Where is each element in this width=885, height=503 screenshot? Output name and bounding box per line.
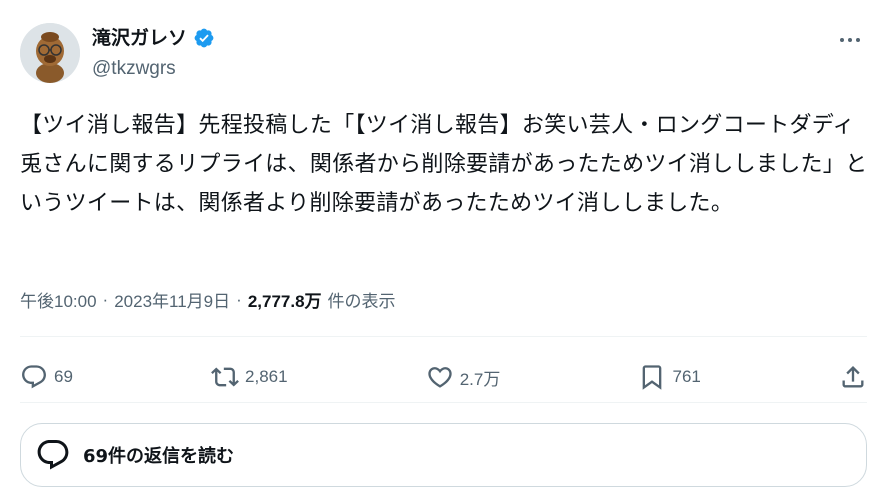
tweet-meta: 午後10:00 · 2023年11月9日 · 2,777.8万 件の表示 bbox=[20, 287, 396, 312]
tweet-text: 【ツイ消し報告】先程投稿した「【ツイ消し報告】お笑い芸人・ロングコートダディ兎さ… bbox=[20, 113, 868, 216]
more-options-button[interactable] bbox=[833, 28, 867, 52]
bookmark-count: 761 bbox=[672, 367, 701, 386]
retweet-count: 2,861 bbox=[245, 367, 288, 386]
read-replies-label: 69件の返信を読む bbox=[83, 446, 235, 467]
like-count: 2.7万 bbox=[459, 369, 501, 389]
verified-badge-icon[interactable] bbox=[193, 27, 215, 49]
read-replies-button[interactable]: 69件の返信を読む bbox=[20, 423, 867, 487]
tweet-time[interactable]: 午後10:00 bbox=[20, 287, 97, 312]
divider bbox=[20, 336, 867, 337]
avatar-illustration bbox=[20, 23, 80, 83]
bookmark-button[interactable]: 761 bbox=[638, 363, 701, 391]
display-name[interactable]: 滝沢ガレソ bbox=[92, 26, 187, 50]
action-bar: 69 2,861 2.7万 761 bbox=[20, 358, 867, 396]
reply-icon bbox=[22, 365, 46, 389]
meta-separator: · bbox=[236, 289, 242, 309]
dot-icon bbox=[848, 38, 852, 42]
reply-bubble-icon bbox=[37, 440, 69, 470]
divider bbox=[20, 402, 867, 403]
like-button[interactable]: 2.7万 bbox=[426, 363, 501, 391]
author-handle[interactable]: @tkzwgrs bbox=[92, 58, 176, 80]
avatar[interactable] bbox=[20, 23, 80, 83]
dot-icon bbox=[840, 38, 844, 42]
heart-icon bbox=[428, 367, 452, 388]
view-count: 2,777.8万 bbox=[247, 292, 322, 311]
author-name-row[interactable]: 滝沢ガレソ bbox=[92, 26, 215, 50]
retweet-icon bbox=[211, 367, 239, 387]
reply-button[interactable]: 69 bbox=[20, 363, 73, 391]
retweet-button[interactable]: 2,861 bbox=[211, 363, 288, 391]
view-label: 件の表示 bbox=[327, 292, 396, 311]
meta-separator: · bbox=[102, 289, 109, 309]
dot-icon bbox=[856, 38, 860, 42]
share-button[interactable] bbox=[839, 363, 867, 391]
reply-count: 69 bbox=[54, 367, 73, 386]
share-icon bbox=[842, 366, 864, 388]
tweet-date[interactable]: 2023年11月9日 bbox=[114, 287, 230, 312]
bookmark-icon bbox=[643, 365, 662, 390]
